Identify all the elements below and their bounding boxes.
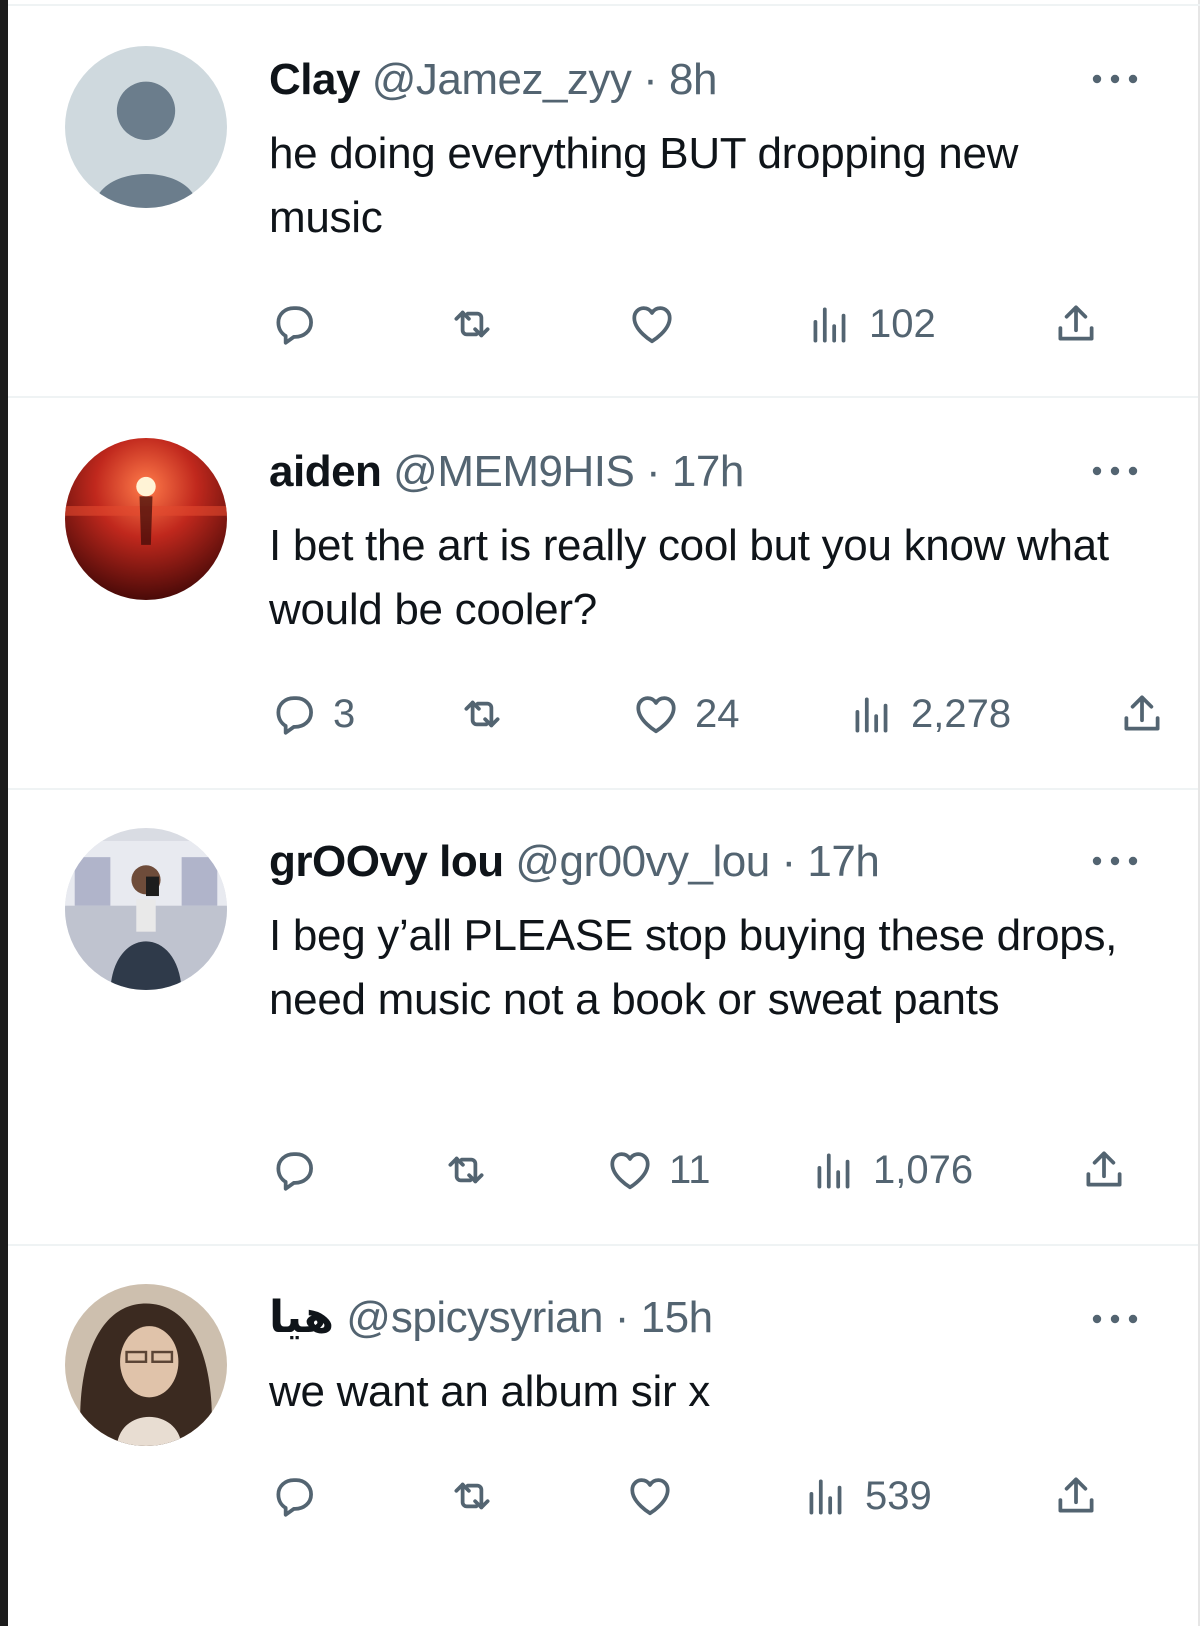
like-count: 11: [669, 1147, 711, 1192]
display-name[interactable]: grOOvy lou: [269, 837, 504, 886]
reply-item[interactable]: Clay @Jamez_zyy · 8h he doing everything…: [8, 6, 1198, 398]
timestamp[interactable]: 17h: [672, 447, 744, 496]
like-icon: [632, 306, 672, 344]
views-icon: [813, 307, 846, 343]
timestamp[interactable]: 17h: [807, 837, 879, 886]
display-name[interactable]: Clay: [269, 55, 360, 104]
separator: ·: [781, 837, 796, 886]
views-icon: [855, 697, 888, 733]
repost-button[interactable]: [447, 1468, 497, 1524]
reply-header: aiden @MEM9HIS · 17h: [269, 444, 744, 500]
reply-icon: [276, 696, 313, 735]
display-name[interactable]: aiden: [269, 447, 382, 496]
repost-button[interactable]: [447, 296, 497, 352]
display-name[interactable]: هيا: [269, 1293, 335, 1342]
reply-button[interactable]: 3: [269, 686, 355, 742]
timestamp[interactable]: 8h: [669, 55, 717, 104]
views-count: 2,278: [911, 691, 1012, 736]
more-icon: [1092, 1314, 1138, 1324]
avatar[interactable]: [65, 1284, 227, 1446]
reply-text: I beg y’all PLEASE stop buying these dro…: [269, 911, 1118, 1024]
reply-text: I bet the art is really cool but you kno…: [269, 521, 1109, 634]
views-count: 539: [865, 1473, 932, 1518]
share-button[interactable]: [1117, 686, 1167, 742]
user-handle[interactable]: @MEM9HIS: [393, 447, 635, 496]
reply-item[interactable]: grOOvy lou @gr00vy_lou · 17h I beg y’all…: [8, 790, 1198, 1246]
more-options-button[interactable]: [1088, 64, 1142, 94]
share-icon: [1086, 1151, 1122, 1187]
views-button[interactable]: 2,278: [847, 686, 1011, 742]
like-count: 24: [695, 691, 740, 736]
share-button[interactable]: [1051, 1468, 1101, 1524]
reply-button[interactable]: [269, 1142, 333, 1198]
more-icon: [1092, 74, 1138, 84]
avatar[interactable]: [65, 438, 227, 600]
like-button[interactable]: [625, 1468, 689, 1524]
separator: ·: [614, 1293, 630, 1342]
views-button[interactable]: 1,076: [809, 1142, 973, 1198]
avatar[interactable]: [65, 46, 227, 208]
reply-count: 3: [333, 691, 356, 736]
views-count: 1,076: [873, 1147, 974, 1192]
repost-button[interactable]: [457, 686, 507, 742]
more-options-button[interactable]: [1088, 456, 1142, 486]
repost-button[interactable]: [441, 1142, 491, 1198]
reply-header: grOOvy lou @gr00vy_lou · 17h: [269, 834, 880, 890]
portrait-avatar-icon: [65, 1284, 227, 1446]
reply-item[interactable]: هيا @spicysyrian · 15h we want an album …: [8, 1246, 1198, 1626]
timestamp[interactable]: 15h: [641, 1293, 713, 1342]
repost-icon: [454, 1482, 490, 1510]
like-icon: [636, 696, 676, 734]
views-icon: [809, 1479, 842, 1515]
views-button[interactable]: 102: [805, 296, 936, 352]
views-count: 102: [869, 301, 936, 346]
more-options-button[interactable]: [1088, 846, 1142, 876]
like-button[interactable]: 24: [631, 686, 740, 742]
separator: ·: [646, 447, 661, 496]
share-button[interactable]: [1051, 296, 1101, 352]
red-sun-avatar-icon: [65, 438, 227, 600]
reply-icon: [276, 1478, 313, 1517]
window-left-edge: [0, 0, 8, 1626]
default-avatar-icon: [65, 46, 227, 208]
like-icon: [610, 1152, 650, 1190]
views-button[interactable]: 539: [801, 1468, 932, 1524]
like-icon: [630, 1478, 670, 1516]
more-options-button[interactable]: [1088, 1304, 1142, 1334]
like-button[interactable]: 11: [605, 1142, 711, 1198]
reply-icon: [276, 306, 313, 345]
user-handle[interactable]: @Jamez_zyy: [372, 55, 632, 104]
views-icon: [817, 1153, 850, 1189]
reply-button[interactable]: [269, 1468, 333, 1524]
mirror-selfie-avatar-icon: [65, 828, 227, 990]
reply-text: we want an album sir x: [269, 1367, 710, 1416]
separator: ·: [643, 55, 658, 104]
user-handle[interactable]: @gr00vy_lou: [515, 837, 770, 886]
more-icon: [1092, 466, 1138, 476]
reply-icon: [276, 1152, 313, 1191]
share-icon: [1058, 305, 1094, 341]
share-button[interactable]: [1079, 1142, 1129, 1198]
reply-button[interactable]: [269, 296, 333, 352]
share-icon: [1058, 1477, 1094, 1513]
reply-header: هيا @spicysyrian · 15h: [269, 1290, 713, 1346]
like-button[interactable]: [627, 296, 691, 352]
repost-icon: [448, 1156, 484, 1184]
share-icon: [1124, 695, 1160, 731]
repost-icon: [464, 700, 500, 728]
more-icon: [1092, 856, 1138, 866]
reply-header: Clay @Jamez_zyy · 8h: [269, 52, 717, 108]
reply-item[interactable]: aiden @MEM9HIS · 17h I bet the art is re…: [8, 398, 1198, 790]
reply-text: he doing everything BUT dropping new mus…: [269, 129, 1019, 242]
repost-icon: [454, 310, 490, 338]
user-handle[interactable]: @spicysyrian: [346, 1293, 603, 1342]
avatar[interactable]: [65, 828, 227, 990]
